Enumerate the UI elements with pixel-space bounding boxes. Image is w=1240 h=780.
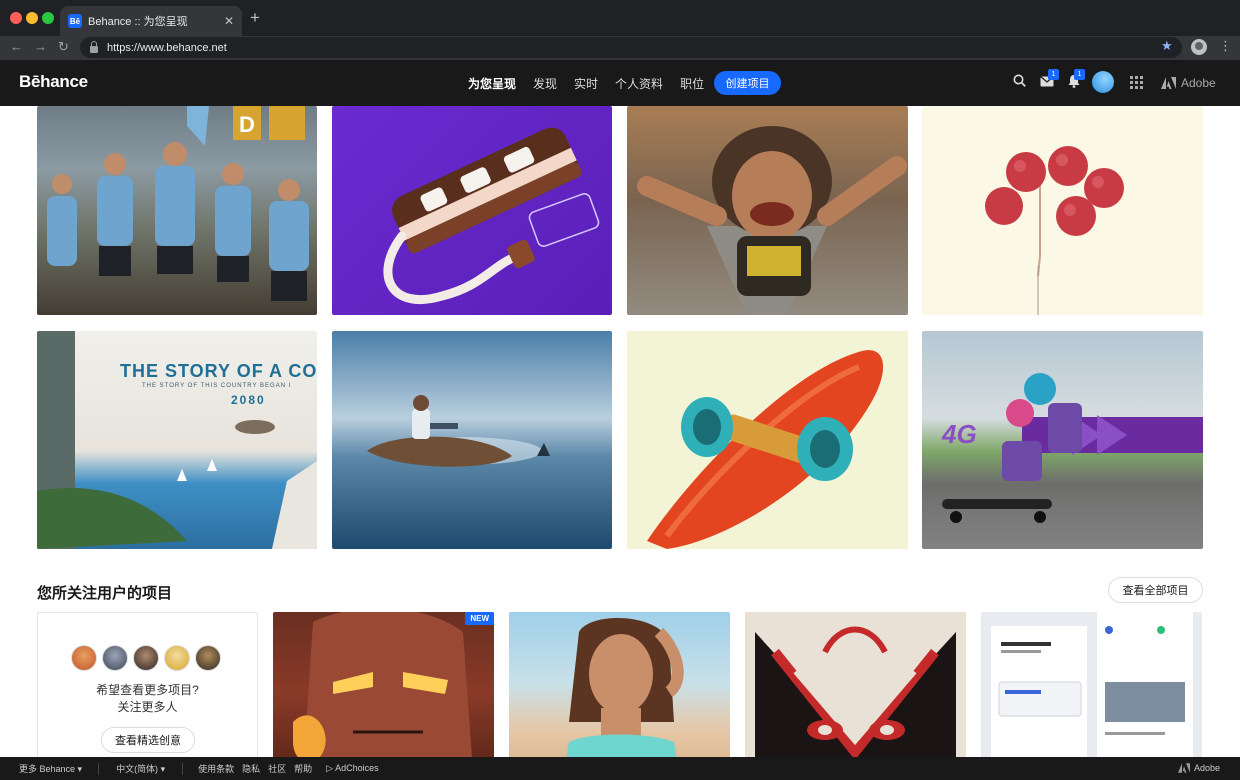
- artwork-subtitle: THE STORY OF THIS COUNTRY BEGAN I: [142, 383, 292, 389]
- flying-boy-artwork: [637, 126, 907, 315]
- adobe-label: Adobe: [1181, 76, 1216, 90]
- footer-language-select[interactable]: 中文(简体) ▾: [116, 762, 165, 775]
- browser-profile-icon[interactable]: [1191, 39, 1207, 55]
- page-footer: 更多 Behance ▾ 中文(简体) ▾ 使用条款 隐私 社区 帮助 ▷ Ad…: [0, 757, 1240, 780]
- chocolate-power-strip-artwork: [383, 127, 600, 305]
- user-avatar[interactable]: [1092, 71, 1114, 93]
- new-badge: NEW: [465, 612, 494, 625]
- tab-close-icon[interactable]: ✕: [224, 14, 234, 28]
- notifications-count-badge: 1: [1074, 69, 1085, 80]
- footer-link-terms[interactable]: 使用条款: [198, 762, 234, 775]
- tab-title: Behance :: 为您呈现: [88, 16, 188, 28]
- view-curated-button[interactable]: 查看精选创意: [101, 727, 195, 753]
- create-project-button[interactable]: 创建项目: [714, 71, 781, 95]
- footer-more-behance[interactable]: 更多 Behance ▾: [19, 762, 82, 775]
- browser-toolbar: ← → ↻ https://www.behance.net ★ ⋮: [0, 36, 1240, 60]
- skateboard-artwork: [647, 350, 884, 549]
- project-thumbnail-story-of-a-country[interactable]: THE STORY OF A COU THE STORY OF THIS COU…: [37, 331, 317, 549]
- address-bar[interactable]: https://www.behance.net: [80, 37, 1182, 58]
- browser-tab[interactable]: Bē Behance :: 为您呈现 ✕: [60, 6, 242, 36]
- footer-link-community[interactable]: 社区: [268, 762, 286, 775]
- minimize-window-button[interactable]: [26, 12, 38, 24]
- footer-adobe-link[interactable]: Adobe: [1178, 763, 1220, 773]
- nav-for-you[interactable]: 为您呈现: [468, 75, 516, 92]
- adobe-logo-icon: [1178, 763, 1190, 773]
- behance-logo[interactable]: Bēhance: [19, 72, 88, 92]
- nav-discover[interactable]: 发现: [533, 75, 557, 92]
- adchoices-icon: ▷: [326, 763, 334, 773]
- suggested-avatar[interactable]: [195, 645, 221, 671]
- project-thumbnail-grapes[interactable]: [922, 106, 1203, 315]
- boy-on-island-artwork: [367, 395, 550, 467]
- adobe-header-link[interactable]: Adobe: [1161, 76, 1216, 90]
- view-all-projects-button[interactable]: 查看全部项目: [1108, 577, 1203, 603]
- project-thumbnail-boy-on-island[interactable]: [332, 331, 612, 549]
- maximize-window-button[interactable]: [42, 12, 54, 24]
- project-thumbnail-skateboard[interactable]: [627, 331, 908, 549]
- follow-prompt-line1: 希望查看更多项目?: [96, 683, 199, 697]
- follow-more-card: 希望查看更多项目? 关注更多人 查看精选创意: [37, 612, 258, 757]
- footer-divider: [182, 762, 184, 775]
- apps-grid-icon[interactable]: [1130, 76, 1143, 89]
- beach-portrait-artwork: [566, 618, 684, 757]
- close-window-button[interactable]: [10, 12, 22, 24]
- nav-profile[interactable]: 个人资料: [615, 75, 663, 92]
- ornate-mask-artwork: [755, 626, 956, 757]
- forward-arrow-icon[interactable]: →: [34, 39, 47, 55]
- suggested-avatar[interactable]: [133, 645, 159, 671]
- artwork-4g-label: 4G: [942, 419, 977, 449]
- behance-header: Bēhance 为您呈现 发现 实时 个人资料 职位 创建项目 1 1 Adob…: [0, 60, 1240, 106]
- following-section-title: 您所关注用户的项目: [37, 585, 173, 602]
- main-nav: 为您呈现 发现 实时 个人资料 职位: [468, 75, 721, 92]
- project-thumbnail-chocolate-power-strip[interactable]: [332, 106, 612, 315]
- artwork-year: 2080: [231, 393, 266, 407]
- footer-link-privacy[interactable]: 隐私: [242, 762, 260, 775]
- grapes-artwork: [985, 146, 1124, 315]
- lock-icon: [90, 40, 98, 53]
- glowing-face-artwork: [293, 612, 472, 757]
- main-content: D THE STORY OF A COU THE STORY OF THIS C…: [0, 106, 1240, 757]
- browser-titlebar: Bē Behance :: 为您呈现 ✕ +: [0, 0, 1240, 36]
- suggested-avatar[interactable]: [164, 645, 190, 671]
- suggested-avatars: [71, 645, 226, 671]
- suggested-avatar[interactable]: [71, 645, 97, 671]
- browser-menu-icon[interactable]: ⋮: [1219, 38, 1232, 54]
- footer-adchoices-link[interactable]: ▷ AdChoices: [326, 763, 378, 774]
- bookmark-star-icon[interactable]: ★: [1161, 38, 1173, 54]
- behance-favicon-icon: Bē: [68, 14, 82, 28]
- project-thumbnail-football-celebration[interactable]: D: [37, 106, 317, 315]
- footer-link-help[interactable]: 帮助: [294, 762, 312, 775]
- svg-text:D: D: [239, 112, 255, 137]
- reload-icon[interactable]: ↻: [58, 39, 69, 55]
- follow-prompt-line2: 关注更多人: [117, 700, 178, 714]
- url-text: https://www.behance.net: [107, 41, 227, 54]
- surgical-ui-artwork: [991, 612, 1193, 757]
- new-tab-button[interactable]: +: [250, 9, 260, 27]
- back-arrow-icon[interactable]: ←: [10, 39, 23, 55]
- footer-divider: [98, 762, 100, 775]
- suggested-avatar[interactable]: [102, 645, 128, 671]
- follow-more-prompt: 希望查看更多项目? 关注更多人: [38, 682, 257, 716]
- adobe-logo-icon: [1161, 77, 1176, 89]
- artwork-title: THE STORY OF A COU: [120, 361, 317, 381]
- project-thumbnail-flying-boy[interactable]: [627, 106, 908, 315]
- football-celebration-artwork: D: [47, 106, 309, 301]
- project-thumbnail-glowing-face[interactable]: NEW: [273, 612, 494, 757]
- project-thumbnail-ornate-mask[interactable]: [745, 612, 966, 757]
- project-thumbnail-beach-portrait[interactable]: [509, 612, 730, 757]
- nav-live[interactable]: 实时: [574, 75, 598, 92]
- project-thumbnail-surgical-ui[interactable]: [981, 612, 1202, 757]
- project-thumbnail-4g-karts[interactable]: 4G: [922, 331, 1203, 549]
- messages-count-badge: 1: [1048, 69, 1059, 80]
- search-icon[interactable]: [1013, 74, 1026, 87]
- nav-jobs[interactable]: 职位: [680, 75, 704, 92]
